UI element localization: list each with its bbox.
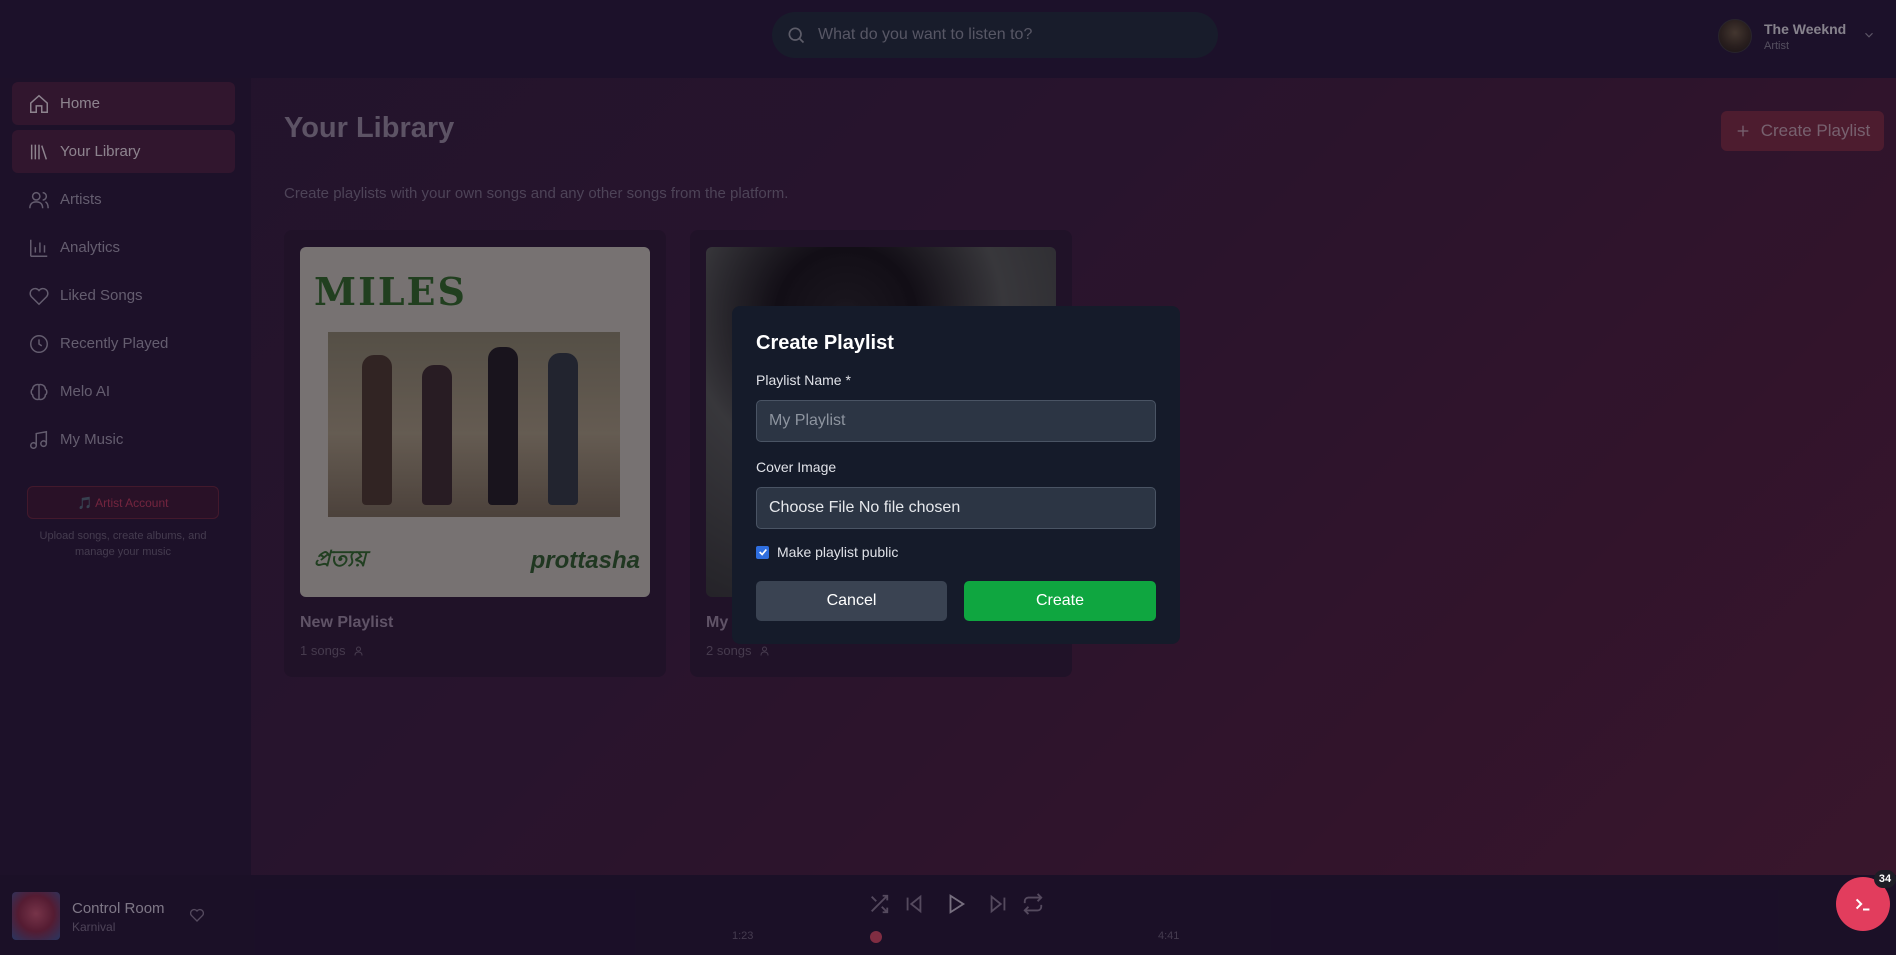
- playlist-name-label: Playlist Name *: [756, 372, 851, 388]
- checkmark-icon: [758, 548, 767, 556]
- create-playlist-modal: Create Playlist Playlist Name * Cover Im…: [732, 306, 1180, 644]
- cover-image-label: Cover Image: [756, 459, 837, 475]
- cancel-button[interactable]: Cancel: [756, 581, 947, 621]
- playlist-name-field[interactable]: [756, 400, 1156, 442]
- modal-title: Create Playlist: [756, 332, 894, 354]
- cover-image-file-input[interactable]: Choose File No file chosen: [756, 487, 1156, 529]
- notification-badge: 34: [1874, 870, 1896, 888]
- playlist-name-input[interactable]: [769, 412, 1149, 430]
- terminal-icon: [1855, 898, 1870, 911]
- public-checkbox-row[interactable]: Make playlist public: [756, 544, 898, 560]
- file-input-text: Choose File No file chosen: [769, 499, 961, 516]
- create-button[interactable]: Create: [964, 581, 1156, 621]
- public-checkbox[interactable]: [756, 545, 769, 559]
- public-checkbox-label: Make playlist public: [777, 544, 899, 560]
